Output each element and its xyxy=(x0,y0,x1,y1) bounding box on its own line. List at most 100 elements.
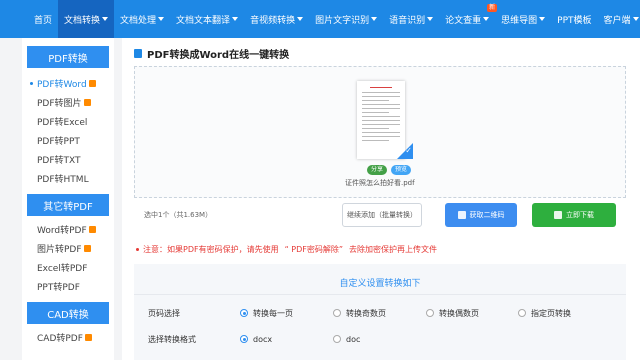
share-button[interactable]: 分享 xyxy=(367,165,388,175)
sidebar-heading: CAD转换 xyxy=(27,302,109,324)
radio-icon[interactable] xyxy=(518,309,526,317)
sidebar-item-pdf-to-ppt[interactable]: PDF转PPT xyxy=(22,131,114,150)
nav-label: 音视频转换 xyxy=(250,15,296,26)
notice-dot-icon xyxy=(136,248,139,251)
sidebar-group-cad: CAD转换 CAD转PDF xyxy=(22,302,114,347)
nav-label: PPT模板 xyxy=(557,15,592,26)
hot-icon xyxy=(88,80,96,87)
nav-label: 论文查重 xyxy=(445,15,482,26)
main-panel: PDF转换成Word在线一键转换 ✓ 分享 预览 证件照怎么拍好看.pdf 选中… xyxy=(122,38,640,360)
format-selection-row: 选择转换格式 docx doc xyxy=(134,330,626,348)
option-doc[interactable]: doc xyxy=(333,335,360,344)
chevron-down-icon xyxy=(539,17,546,21)
qr-code-button[interactable]: 获取二维码 xyxy=(445,203,517,227)
pdf-password-remove-link[interactable]: “ PDF密码解除” xyxy=(285,244,343,255)
radio-icon[interactable] xyxy=(333,335,341,343)
sidebar-item-pdf-to-image[interactable]: PDF转图片 xyxy=(22,93,114,112)
conversion-settings: 自定义设置转换如下 页码选择 转换每一页 转换奇数页 转换偶数页 指定页转换 选… xyxy=(134,264,626,360)
chevron-down-icon xyxy=(232,17,239,21)
page-title: PDF转换成Word在线一键转换 xyxy=(134,46,289,61)
document-icon xyxy=(134,49,142,58)
sidebar-item-label: PDF转Word xyxy=(37,80,87,90)
page-selection-row: 页码选择 转换每一页 转换奇数页 转换偶数页 指定页转换 xyxy=(134,304,626,322)
option-odd-pages[interactable]: 转换奇数页 xyxy=(333,308,386,319)
chevron-down-icon xyxy=(371,17,378,21)
notice-prefix: 注意：如果PDF有密码保护，请先使用 xyxy=(143,245,279,254)
download-label: 立即下载 xyxy=(566,211,594,219)
radio-checked-icon[interactable] xyxy=(240,309,248,317)
qr-code-icon xyxy=(457,211,466,219)
sidebar-item-ppt-to-pdf[interactable]: PPT转PDF xyxy=(22,277,114,296)
sidebar-group-to-pdf: 其它转PDF Word转PDF 图片转PDF Excel转PDF PPT转PDF xyxy=(22,194,114,296)
password-notice: 注意：如果PDF有密码保护，请先使用 “ PDF密码解除” 去除加密保护再上传文… xyxy=(136,244,437,255)
sidebar-item-label: Excel转PDF xyxy=(37,264,88,274)
page-selection-label: 页码选择 xyxy=(148,308,180,318)
hot-icon xyxy=(83,99,91,106)
option-label: doc xyxy=(346,334,361,344)
nav-label: 首页 xyxy=(34,15,53,26)
sidebar-item-label: PPT转PDF xyxy=(37,283,80,293)
sidebar: PDF转换 PDF转Word PDF转图片 PDF转Excel PDF转PPT … xyxy=(22,38,114,360)
nav-label: 文档转换 xyxy=(64,15,101,26)
sidebar-item-pdf-to-html[interactable]: PDF转HTML xyxy=(22,169,114,188)
sidebar-heading: PDF转换 xyxy=(27,46,109,68)
radio-icon[interactable] xyxy=(333,309,341,317)
sidebar-group-pdf-convert: PDF转换 PDF转Word PDF转图片 PDF转Excel PDF转PPT … xyxy=(22,46,114,188)
sidebar-item-word-to-pdf[interactable]: Word转PDF xyxy=(22,220,114,239)
chevron-down-icon xyxy=(427,17,434,21)
sidebar-item-label: CAD转PDF xyxy=(37,334,83,344)
option-every-page[interactable]: 转换每一页 xyxy=(240,308,293,319)
sidebar-item-label: PDF转PPT xyxy=(37,137,80,147)
chevron-down-icon xyxy=(483,17,490,21)
preview-button[interactable]: 预览 xyxy=(391,165,412,175)
top-navigation: 首页 文档转换 文档处理 文档文本翻译 音视频转换 图片文字识别 语音识别 论文… xyxy=(0,0,640,38)
nav-label: 文档文本翻译 xyxy=(176,15,231,26)
option-label: 转换奇数页 xyxy=(346,308,386,318)
radio-icon[interactable] xyxy=(426,309,434,317)
sidebar-item-pdf-to-word[interactable]: PDF转Word xyxy=(22,74,114,93)
download-icon xyxy=(554,211,562,219)
nav-doc-process[interactable]: 文档处理 xyxy=(114,0,170,38)
download-button[interactable]: 立即下载 xyxy=(532,203,616,227)
nav-mindmap[interactable]: 思维导图 xyxy=(495,0,551,38)
upload-dropzone[interactable]: ✓ 分享 预览 证件照怎么拍好看.pdf xyxy=(134,66,626,198)
divider xyxy=(134,294,626,295)
format-selection-label: 选择转换格式 xyxy=(148,334,196,344)
chevron-down-icon xyxy=(102,17,109,21)
add-more-button[interactable]: 继续添加（批量转换） xyxy=(342,203,422,227)
chevron-down-icon xyxy=(158,17,165,21)
sidebar-item-pdf-to-txt[interactable]: PDF转TXT xyxy=(22,150,114,169)
sidebar-item-label: PDF转HTML xyxy=(37,175,89,185)
nav-doc-convert[interactable]: 文档转换 xyxy=(58,0,115,38)
option-specific-pages[interactable]: 指定页转换 xyxy=(518,308,571,319)
sidebar-item-label: PDF转图片 xyxy=(37,99,82,109)
sidebar-item-pdf-to-excel[interactable]: PDF转Excel xyxy=(22,112,114,131)
nav-label: 图片文字识别 xyxy=(315,15,370,26)
option-label: 指定页转换 xyxy=(531,308,571,318)
sidebar-item-cad-to-pdf[interactable]: CAD转PDF xyxy=(22,328,114,347)
nav-home[interactable]: 首页 xyxy=(28,0,58,38)
selection-info: 选中1个（共1.63M） xyxy=(144,211,213,219)
nav-av-convert[interactable]: 音视频转换 xyxy=(244,0,309,38)
hot-icon xyxy=(84,334,92,341)
notice-suffix: 去除加密保护再上传文件 xyxy=(349,245,438,254)
nav-client[interactable]: 客户端 xyxy=(598,0,640,38)
sidebar-item-label: PDF转TXT xyxy=(37,156,81,166)
sidebar-item-image-to-pdf[interactable]: 图片转PDF xyxy=(22,239,114,258)
nav-ocr[interactable]: 图片文字识别 xyxy=(309,0,383,38)
nav-plagiarism[interactable]: 论文查重新 xyxy=(439,0,498,38)
radio-checked-icon[interactable] xyxy=(240,335,248,343)
sidebar-item-label: Word转PDF xyxy=(37,226,87,236)
sidebar-item-label: PDF转Excel xyxy=(37,118,88,128)
nav-label: 语音识别 xyxy=(389,15,426,26)
nav-label: 思维导图 xyxy=(501,15,538,26)
nav-translate[interactable]: 文档文本翻译 xyxy=(170,0,244,38)
option-docx[interactable]: docx xyxy=(240,335,272,344)
settings-title: 自定义设置转换如下 xyxy=(339,279,421,289)
sidebar-heading: 其它转PDF xyxy=(27,194,109,216)
nav-ppt[interactable]: PPT模板 xyxy=(551,0,597,38)
file-thumbnail[interactable] xyxy=(357,81,405,159)
sidebar-item-excel-to-pdf[interactable]: Excel转PDF xyxy=(22,258,114,277)
nav-speech[interactable]: 语音识别 xyxy=(383,0,439,38)
option-even-pages[interactable]: 转换偶数页 xyxy=(426,308,479,319)
